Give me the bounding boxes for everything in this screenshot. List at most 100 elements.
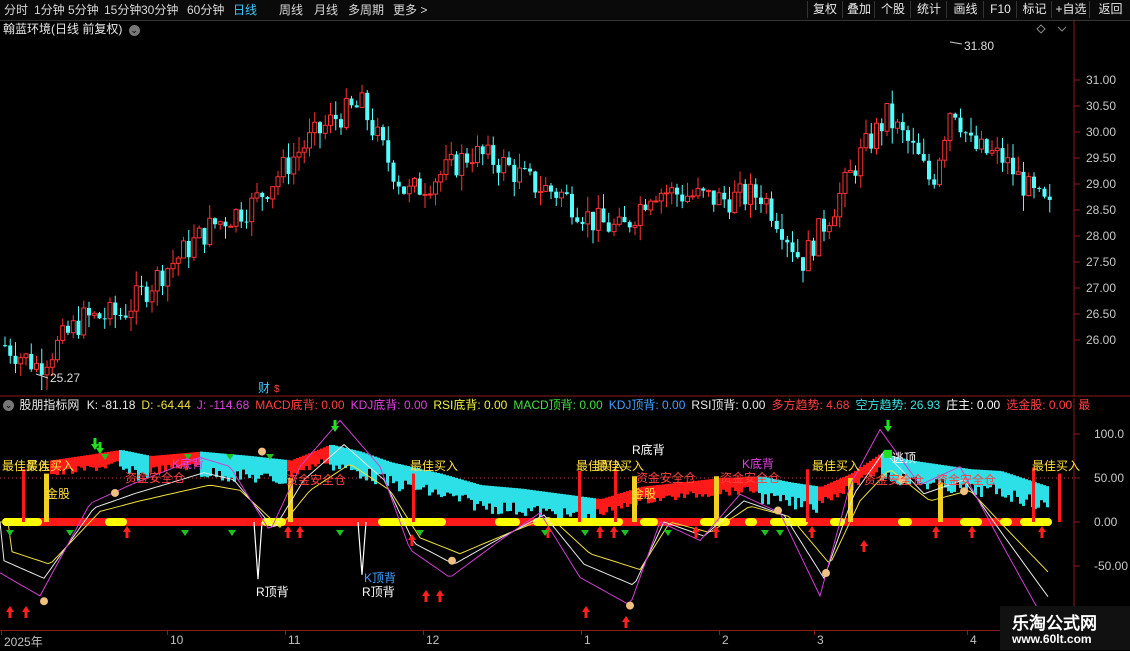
date-tick-7: 4 <box>970 633 977 647</box>
candle-body-up <box>895 121 900 129</box>
brand-name: 乐淘公式网 <box>1012 614 1097 633</box>
best-buy-label: 最佳买入 <box>26 459 74 473</box>
buy-spike <box>1058 473 1061 522</box>
candle-body-up <box>70 320 76 334</box>
toolbar-button-8[interactable]: 返回 <box>1089 1 1130 18</box>
candle-body-down <box>370 120 375 136</box>
candle-body-up <box>847 169 853 173</box>
trend-bar <box>443 474 446 497</box>
trend-bar <box>86 455 89 467</box>
up-arrow-icon <box>622 616 630 628</box>
toolbar-button-3[interactable]: 统计 <box>910 1 947 18</box>
hand-pointer-icon <box>626 601 634 610</box>
trend-bar <box>164 454 167 472</box>
period-tab-9[interactable]: 多周期 <box>348 2 384 18</box>
trend-bar <box>248 455 251 478</box>
period-tab-10[interactable]: 更多 > <box>393 2 427 18</box>
candle-body-up <box>427 193 433 196</box>
trend-bar <box>860 466 863 478</box>
candle-body-up <box>595 207 601 231</box>
indicator-chart[interactable]: 100.050.000.00-50.00最佳买入最佳买入 最佳买入 最佳买入最佳买入… <box>0 398 1130 630</box>
finance-dollar-icon: $ <box>274 384 280 395</box>
kline-chart[interactable]: 31.00 30.50 30.00 29.50 29.00 28.50 28.00 27.50… <box>0 20 1130 397</box>
trend-bar <box>95 453 98 471</box>
toolbar-button-5[interactable]: F10 <box>983 1 1017 18</box>
period-tab-5[interactable]: 60分钟 <box>187 2 224 18</box>
trend-bar <box>611 495 614 511</box>
candle-body-up <box>874 122 879 150</box>
green-marker-icon <box>621 530 629 536</box>
toolbar-button-2[interactable]: 个股 <box>874 1 911 18</box>
trend-bar <box>434 472 437 490</box>
toolbar-button-7[interactable]: +自选 <box>1051 1 1090 18</box>
toolbar-button-4[interactable]: 画线 <box>946 1 984 18</box>
candle-body-down <box>66 325 70 333</box>
trend-bar <box>698 480 701 495</box>
price-tick-6: 28.00 <box>1086 229 1116 243</box>
trend-bar <box>245 455 248 475</box>
date-axis: 2025年 10 11 12 1 2 3 4 <box>0 630 1074 651</box>
green-marker-icon <box>228 530 236 536</box>
trend-bar <box>83 455 86 471</box>
period-tab-4[interactable]: 30分钟 <box>141 2 178 18</box>
candle-body-up <box>732 191 738 213</box>
period-tab-7[interactable]: 周线 <box>279 2 303 18</box>
candle-body-up <box>291 156 297 175</box>
candle-body-up <box>648 200 654 211</box>
best-buy-label: 最佳买入 <box>1032 459 1080 473</box>
candle-body-down <box>795 252 800 258</box>
candle-body-up <box>207 217 213 246</box>
chevron-down-icon[interactable]: ⌄ <box>128 25 140 36</box>
period-tab-2[interactable]: 5分钟 <box>68 2 99 18</box>
candle-body-down <box>480 146 485 155</box>
trend-bar <box>239 455 242 480</box>
candle-body-down <box>386 140 391 163</box>
trend-bar <box>437 472 440 495</box>
period-tab-1[interactable]: 1分钟 <box>34 2 65 18</box>
up-arrow-icon <box>860 540 868 552</box>
trend-bar <box>329 444 332 465</box>
candle-body-down <box>564 192 569 194</box>
finance-marker[interactable]: 财 <box>258 381 270 395</box>
candle-body-down <box>239 209 244 222</box>
period-tab-6[interactable]: 日线 <box>233 2 257 18</box>
trend-bar <box>566 494 569 515</box>
candle-body-up <box>91 312 97 316</box>
trend-bar <box>218 453 221 472</box>
trend-bar <box>80 456 83 468</box>
date-tick-mark <box>814 631 815 635</box>
kdj-top-label: K顶背 <box>364 571 396 585</box>
stock-title[interactable]: 翰蓝环境(日线 前复权) <box>3 22 122 36</box>
down-arrow-icon <box>96 442 104 454</box>
period-tab-3[interactable]: 15分钟 <box>104 2 141 18</box>
date-tick-mark <box>285 631 286 635</box>
toolbar-button-1[interactable]: 叠加 <box>842 1 875 18</box>
candle-body-down <box>1037 187 1042 189</box>
period-tab-8[interactable]: 月线 <box>314 2 338 18</box>
candle-body-down <box>507 157 511 165</box>
toolbar-button-6[interactable]: 标记 <box>1016 1 1052 18</box>
trend-bar <box>1010 474 1013 502</box>
trend-bar <box>122 450 125 470</box>
hand-pointer-icon <box>258 447 266 456</box>
candle-body-up <box>543 184 549 192</box>
toolbar-button-0[interactable]: 复权 <box>807 1 842 18</box>
kdj-bottom-label: K底背 <box>172 456 204 471</box>
date-tick-2: 11 <box>288 633 301 647</box>
trend-bar <box>704 479 707 495</box>
candle-body-up <box>538 190 543 193</box>
trend-bar <box>473 483 476 511</box>
candle-body-down <box>769 198 774 221</box>
price-tick-8: 27.00 <box>1086 281 1116 295</box>
trend-bar <box>320 448 323 460</box>
candle-body-down <box>260 192 265 198</box>
candle-body-down <box>465 153 469 163</box>
indicator-tick-3: -50.00 <box>1094 559 1128 573</box>
diamond-icon[interactable] <box>1036 24 1046 34</box>
candle-body-down <box>780 229 784 240</box>
period-tab-0[interactable]: 分时 <box>4 2 28 18</box>
trend-bar <box>212 452 215 469</box>
trend-bar <box>92 454 95 468</box>
trend-bar <box>584 497 587 519</box>
chevron-down-icon[interactable] <box>1057 26 1067 32</box>
